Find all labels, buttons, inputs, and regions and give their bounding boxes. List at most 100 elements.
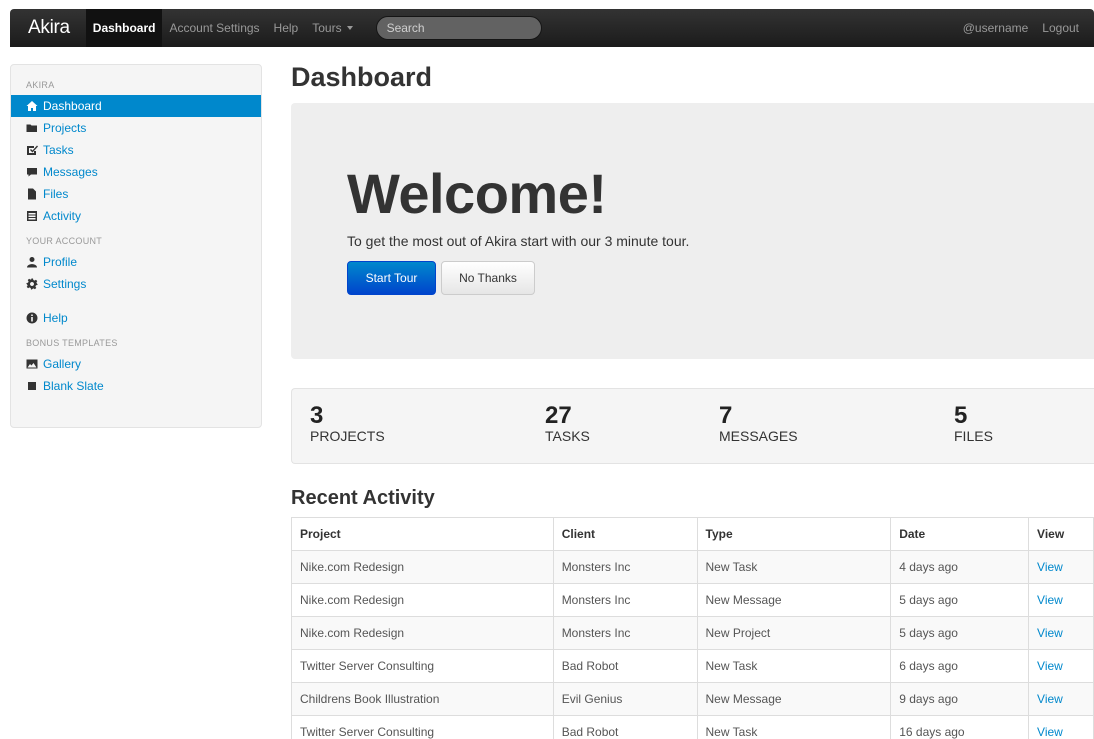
stat-label: Messages bbox=[719, 428, 798, 444]
column-header-view: View bbox=[1028, 517, 1094, 551]
file-icon bbox=[28, 188, 36, 200]
hero-text: To get the most out of Akira start with … bbox=[347, 233, 690, 249]
view-link[interactable]: View bbox=[1037, 560, 1063, 574]
start-tour-button[interactable]: Start Tour bbox=[347, 261, 436, 295]
stat-files[interactable]: 5 Files bbox=[954, 404, 993, 445]
column-header-project: Project bbox=[291, 517, 554, 551]
sidebar: Akira Dashboard Projects Tasks Messages … bbox=[10, 64, 262, 428]
cell-type: New Project bbox=[697, 616, 892, 650]
sidebar-item-label: Messages bbox=[43, 165, 98, 179]
sidebar-item-label: Settings bbox=[43, 277, 87, 291]
search-input[interactable] bbox=[375, 16, 542, 40]
stat-tasks[interactable]: 27 Tasks bbox=[545, 404, 590, 445]
cell-project: Nike.com Redesign bbox=[291, 550, 554, 584]
table-row: Twitter Server Consulting Bad Robot New … bbox=[291, 649, 1094, 683]
nav-item-account-settings[interactable]: Account Settings bbox=[162, 9, 266, 47]
nav-item-tours-dropdown[interactable]: Tours bbox=[305, 9, 359, 47]
table-header-row: Project Client Type Date View bbox=[291, 517, 1094, 551]
cell-client: Evil Genius bbox=[553, 682, 698, 716]
home-icon bbox=[26, 101, 38, 111]
cell-view: View bbox=[1028, 682, 1094, 716]
cell-client: Monsters Inc bbox=[553, 583, 698, 617]
column-header-type: Type bbox=[697, 517, 892, 551]
cell-date: 5 days ago bbox=[890, 583, 1030, 617]
cog-icon bbox=[26, 278, 38, 290]
cell-project: Nike.com Redesign bbox=[291, 583, 554, 617]
sidebar-item-blank-slate[interactable]: Blank Slate bbox=[11, 375, 261, 397]
sidebar-item-help[interactable]: Help bbox=[11, 307, 261, 329]
sidebar-item-label: Help bbox=[43, 311, 68, 325]
hero-heading: Welcome! bbox=[347, 162, 607, 225]
view-link[interactable]: View bbox=[1037, 659, 1063, 673]
sidebar-item-label: Blank Slate bbox=[43, 379, 104, 393]
cell-project: Twitter Server Consulting bbox=[291, 715, 554, 739]
cell-view: View bbox=[1028, 583, 1094, 617]
sidebar-item-settings[interactable]: Settings bbox=[11, 273, 261, 295]
table-row: Nike.com Redesign Monsters Inc New Proje… bbox=[291, 616, 1094, 650]
stat-value: 3 bbox=[310, 402, 324, 429]
page-title: Dashboard bbox=[291, 62, 433, 92]
sidebar-divider bbox=[11, 295, 261, 307]
nav-item-dashboard[interactable]: Dashboard bbox=[85, 9, 163, 47]
sidebar-item-projects[interactable]: Projects bbox=[11, 117, 261, 139]
no-thanks-button[interactable]: No Thanks bbox=[441, 261, 535, 295]
list-icon bbox=[27, 211, 37, 221]
stat-label: Tasks bbox=[545, 428, 590, 444]
cell-date: 5 days ago bbox=[890, 616, 1030, 650]
cell-type: New Task bbox=[697, 649, 892, 683]
user-icon bbox=[27, 257, 37, 268]
view-link[interactable]: View bbox=[1037, 692, 1063, 706]
table-row: Nike.com Redesign Monsters Inc New Task … bbox=[291, 550, 1094, 584]
sidebar-item-label: Projects bbox=[43, 121, 87, 135]
view-link[interactable]: View bbox=[1037, 593, 1063, 607]
sidebar-item-label: Files bbox=[43, 187, 69, 201]
cell-date: 6 days ago bbox=[890, 649, 1030, 683]
column-header-date: Date bbox=[890, 517, 1030, 551]
sidebar-item-dashboard[interactable]: Dashboard bbox=[11, 95, 261, 117]
sidebar-header-your-account: Your Account bbox=[26, 236, 103, 246]
sidebar-item-gallery[interactable]: Gallery bbox=[11, 353, 261, 375]
stat-projects[interactable]: 3 Projects bbox=[310, 402, 385, 445]
stop-icon bbox=[28, 382, 36, 390]
logout-link[interactable]: Logout bbox=[1035, 9, 1086, 47]
nav-item-help[interactable]: Help bbox=[267, 9, 306, 47]
cell-type: New Message bbox=[697, 583, 892, 617]
cell-client: Monsters Inc bbox=[553, 616, 698, 650]
stat-label: Files bbox=[954, 428, 993, 444]
sidebar-item-label: Tasks bbox=[43, 143, 74, 157]
cell-project: Nike.com Redesign bbox=[291, 616, 554, 650]
table-row: Twitter Server Consulting Bad Robot New … bbox=[291, 715, 1094, 739]
folder-icon bbox=[26, 124, 37, 132]
sidebar-item-label: Activity bbox=[43, 209, 82, 223]
sidebar-item-messages[interactable]: Messages bbox=[11, 161, 261, 183]
stat-messages[interactable]: 7 Messages bbox=[719, 402, 798, 445]
sidebar-item-label: Dashboard bbox=[43, 99, 102, 113]
view-link[interactable]: View bbox=[1037, 725, 1063, 739]
recent-activity-title: Recent Activity bbox=[291, 487, 435, 509]
brand-logo[interactable]: Akira bbox=[28, 17, 70, 39]
sidebar-item-profile[interactable]: Profile bbox=[11, 251, 261, 273]
sidebar-header-bonus-templates: Bonus Templates bbox=[26, 338, 118, 348]
cell-date: 9 days ago bbox=[890, 682, 1030, 716]
cell-view: View bbox=[1028, 550, 1094, 584]
cell-view: View bbox=[1028, 616, 1094, 650]
cell-project: Childrens Book Illustration bbox=[291, 682, 554, 716]
sidebar-item-activity[interactable]: Activity bbox=[11, 205, 261, 227]
sidebar-item-label: Profile bbox=[43, 255, 78, 269]
nav-username[interactable]: @username bbox=[956, 9, 1036, 47]
stat-value: 7 bbox=[719, 402, 733, 429]
sidebar-header-akira: Akira bbox=[26, 80, 55, 90]
view-link[interactable]: View bbox=[1037, 626, 1063, 640]
sidebar-item-label: Gallery bbox=[43, 357, 82, 371]
comment-icon bbox=[27, 168, 37, 177]
cell-date: 16 days ago bbox=[890, 715, 1030, 739]
sidebar-item-tasks[interactable]: Tasks bbox=[11, 139, 261, 161]
cell-client: Bad Robot bbox=[553, 649, 698, 683]
stats-bar: 3 Projects 27 Tasks 7 Messages 5 Files bbox=[291, 388, 1094, 464]
recent-activity-table: Project Client Type Date View Nike.com R… bbox=[291, 517, 1094, 739]
cell-date: 4 days ago bbox=[890, 550, 1030, 584]
welcome-hero: Welcome! To get the most out of Akira st… bbox=[291, 103, 1094, 359]
sidebar-item-files[interactable]: Files bbox=[11, 183, 261, 205]
cell-type: New Message bbox=[697, 682, 892, 716]
cell-client: Bad Robot bbox=[553, 715, 698, 739]
